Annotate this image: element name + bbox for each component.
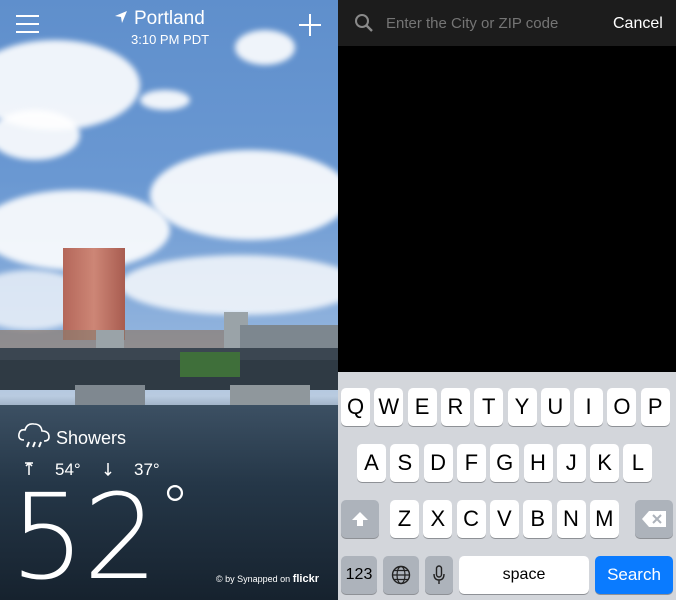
degree-symbol: °	[160, 473, 190, 543]
local-time: 3:10 PM PDT	[131, 32, 210, 47]
backspace-key[interactable]	[635, 500, 673, 538]
cancel-button[interactable]: Cancel	[613, 15, 663, 33]
key-i[interactable]: I	[574, 388, 604, 426]
magnifier-icon	[354, 13, 374, 33]
flickr-logo[interactable]: flickr	[293, 573, 319, 585]
condition-label: Showers	[56, 428, 127, 448]
key-c[interactable]: C	[456, 500, 486, 538]
bridge-pier	[75, 385, 145, 407]
cloud	[150, 150, 338, 240]
key-z[interactable]: Z	[390, 500, 419, 538]
key-r[interactable]: R	[440, 388, 470, 426]
backspace-icon	[642, 511, 666, 527]
globe-key[interactable]	[383, 556, 419, 594]
hamburger-menu-icon[interactable]	[16, 14, 40, 34]
numbers-key[interactable]: 123	[341, 556, 377, 594]
key-x[interactable]: X	[423, 500, 453, 538]
rain-cloud-icon	[16, 420, 52, 452]
mic-key[interactable]	[425, 556, 453, 594]
key-u[interactable]: U	[540, 388, 570, 426]
key-h[interactable]: H	[523, 444, 553, 482]
key-v[interactable]: V	[489, 500, 519, 538]
city-search-input[interactable]	[386, 11, 591, 35]
globe-icon	[391, 565, 411, 585]
key-n[interactable]: N	[556, 500, 586, 538]
city-search-screen: Cancel QWERTYUIOP ASDFGHJKL ZXCVBNM 123 spac…	[338, 0, 676, 600]
key-d[interactable]: D	[423, 444, 453, 482]
cloud	[140, 90, 190, 110]
microphone-icon	[433, 565, 445, 584]
key-e[interactable]: E	[407, 388, 437, 426]
space-key[interactable]: space	[459, 556, 589, 594]
key-k[interactable]: K	[590, 444, 620, 482]
plus-icon[interactable]	[299, 14, 321, 36]
search-key[interactable]: Search	[595, 556, 673, 594]
keyboard: Q W E R T Y U I O P A S D F G H J K L Z X C V B N M 123 space Search	[338, 372, 676, 600]
cloud	[235, 30, 295, 65]
key-f[interactable]: F	[456, 444, 486, 482]
weather-screen: Portland 3:10 PM PDT Showers 54° 37° 52 …	[0, 0, 338, 600]
photo-credit-text: © by Synapped on	[216, 574, 291, 584]
key-q[interactable]: Q	[341, 388, 370, 426]
shift-key[interactable]	[341, 500, 379, 538]
key-j[interactable]: J	[556, 444, 586, 482]
tower-building	[63, 248, 125, 340]
key-o[interactable]: O	[607, 388, 637, 426]
shift-icon	[352, 512, 368, 526]
key-a[interactable]: A	[357, 444, 386, 482]
key-w[interactable]: W	[374, 388, 404, 426]
bridge-deck	[0, 348, 338, 360]
key-p[interactable]: P	[640, 388, 670, 426]
key-g[interactable]: G	[490, 444, 520, 482]
trees	[180, 352, 240, 377]
location-arrow-icon	[114, 10, 128, 24]
key-t[interactable]: T	[474, 388, 504, 426]
photo-credit: © by Synapped on flickr	[216, 573, 319, 585]
key-l[interactable]: L	[623, 444, 653, 482]
key-b[interactable]: B	[523, 500, 553, 538]
key-m[interactable]: M	[589, 500, 619, 538]
city-name: Portland	[134, 8, 205, 29]
key-y[interactable]: Y	[507, 388, 537, 426]
key-s[interactable]: S	[390, 444, 420, 482]
current-temperature: 52	[10, 468, 158, 600]
